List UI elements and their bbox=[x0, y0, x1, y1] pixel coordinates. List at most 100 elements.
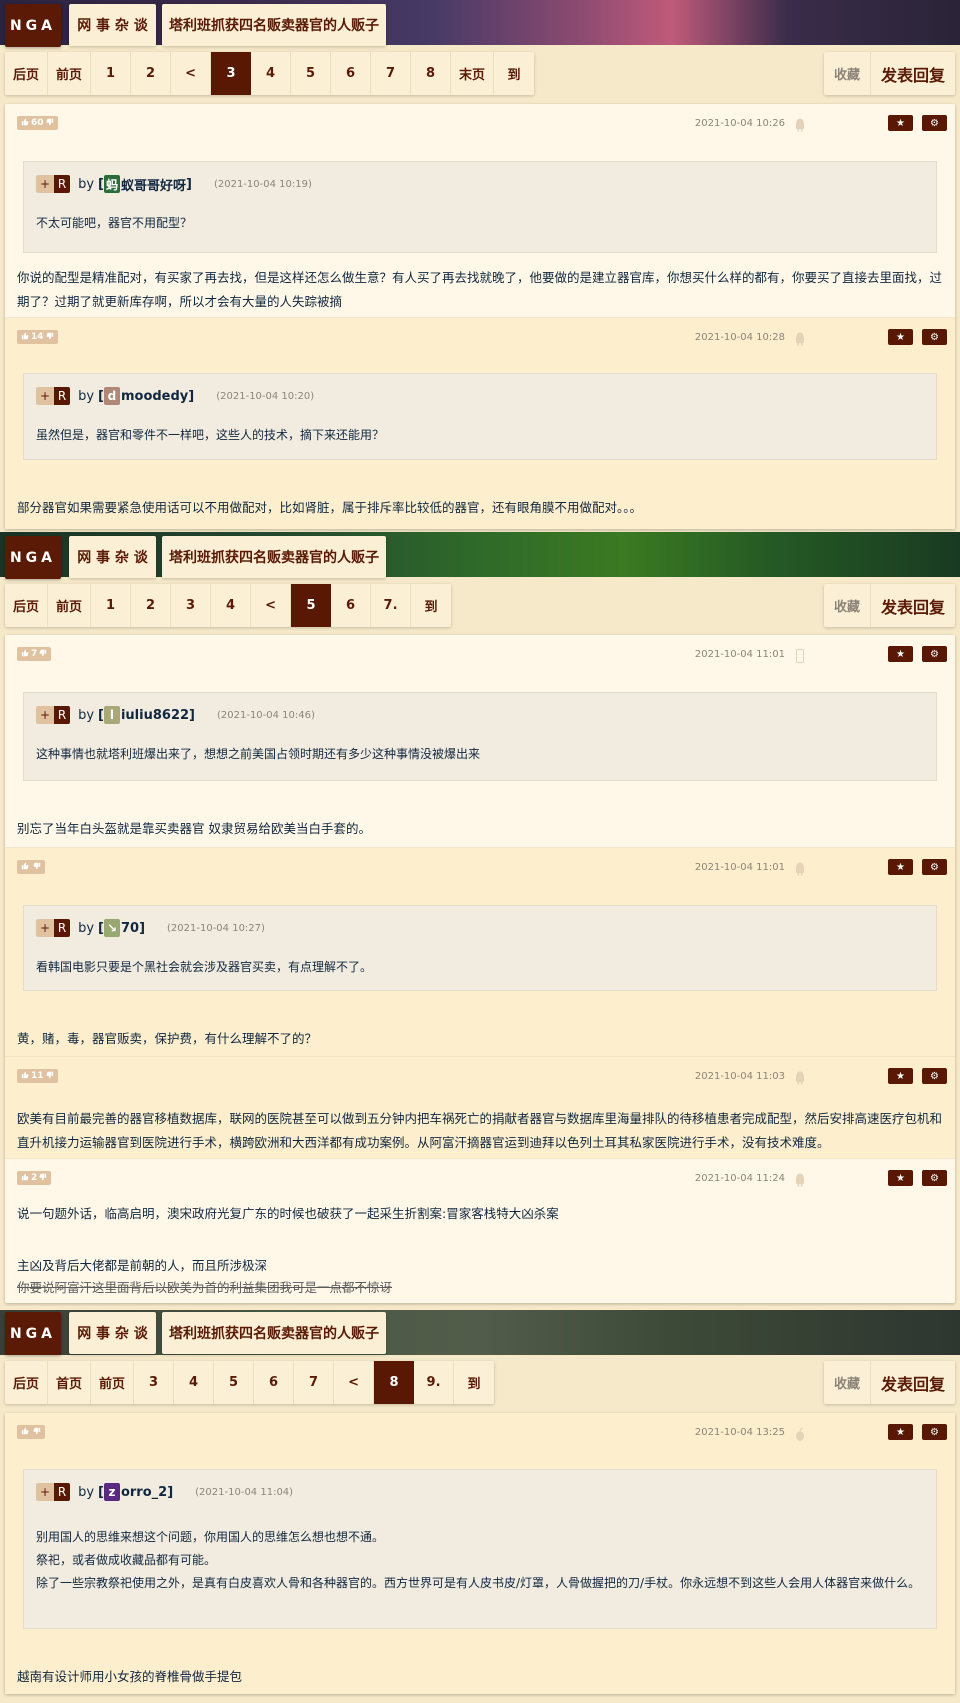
reply-button[interactable]: 发表回复 bbox=[871, 52, 955, 95]
quoted-user[interactable]: [d moodedy] bbox=[98, 387, 194, 405]
page-link[interactable]: 前页 bbox=[48, 584, 92, 627]
star-button[interactable]: ★ bbox=[888, 646, 913, 662]
page-link[interactable]: 8 bbox=[411, 52, 452, 95]
settings-button[interactable]: ⚙ bbox=[922, 1068, 947, 1084]
star-button[interactable]: ★ bbox=[888, 1170, 913, 1186]
vote-badge[interactable] bbox=[17, 1425, 45, 1439]
page-link[interactable]: 4 bbox=[211, 584, 252, 627]
favorite-button[interactable]: 收藏 bbox=[824, 584, 871, 627]
page-link[interactable]: 到 bbox=[454, 1361, 494, 1404]
thumbs-up-icon[interactable] bbox=[21, 118, 29, 129]
thumbs-up-icon[interactable] bbox=[21, 1173, 29, 1184]
page-link[interactable]: 4 bbox=[174, 1361, 215, 1404]
star-button[interactable]: ★ bbox=[888, 859, 913, 875]
page-link[interactable]: 7. bbox=[371, 584, 412, 627]
reply-tag[interactable]: R bbox=[54, 919, 71, 937]
page-link[interactable]: 后页 bbox=[5, 52, 49, 95]
reply-tag[interactable]: R bbox=[54, 1483, 71, 1501]
page-link[interactable]: < bbox=[171, 52, 212, 95]
thumbs-down-icon[interactable] bbox=[33, 862, 41, 873]
page-link[interactable]: 后页 bbox=[5, 1361, 49, 1404]
reply-tag[interactable]: R bbox=[54, 175, 71, 193]
reply-button[interactable]: 发表回复 bbox=[871, 584, 955, 627]
page-link[interactable]: 后页 bbox=[5, 584, 49, 627]
forum-tab[interactable]: 网 事 杂 谈 bbox=[69, 4, 156, 46]
nga-logo[interactable]: NGA bbox=[5, 1312, 61, 1355]
page-link[interactable]: 前页 bbox=[48, 52, 92, 95]
thumbs-up-icon[interactable] bbox=[21, 649, 29, 660]
vote-badge[interactable]: 2 bbox=[17, 1171, 52, 1185]
page-link[interactable]: 1 bbox=[91, 52, 132, 95]
settings-button[interactable]: ⚙ bbox=[922, 329, 947, 345]
page-link[interactable]: 3 bbox=[171, 584, 212, 627]
page-link[interactable]: 首页 bbox=[48, 1361, 92, 1404]
quoted-user[interactable]: [l iuliu8622] bbox=[98, 706, 195, 724]
expand-quote-button[interactable]: + bbox=[36, 175, 55, 193]
forum-tab[interactable]: 网 事 杂 谈 bbox=[69, 536, 156, 578]
settings-button[interactable]: ⚙ bbox=[922, 115, 947, 131]
page-link[interactable]: 前页 bbox=[91, 1361, 135, 1404]
username[interactable]: iuliu8622 bbox=[121, 708, 189, 723]
thumbs-down-icon[interactable] bbox=[46, 332, 54, 343]
page-link[interactable]: 9. bbox=[414, 1361, 455, 1404]
thread-title-tab[interactable]: 塔利班抓获四名贩卖器官的人贩子 bbox=[162, 536, 386, 578]
vote-badge[interactable]: 60 bbox=[17, 116, 58, 130]
reply-tag[interactable]: R bbox=[54, 387, 71, 405]
expand-quote-button[interactable]: + bbox=[36, 387, 55, 405]
thumbs-down-icon[interactable] bbox=[46, 118, 54, 129]
quoted-user[interactable]: [蚂蚁哥哥好呀] bbox=[98, 175, 192, 194]
expand-quote-button[interactable]: + bbox=[36, 1483, 55, 1501]
page-link[interactable]: 3 bbox=[134, 1361, 175, 1404]
page-link[interactable]: 2 bbox=[131, 584, 172, 627]
thumbs-down-icon[interactable] bbox=[39, 1173, 47, 1184]
page-link-current[interactable]: 8 bbox=[374, 1361, 415, 1404]
page-link-current[interactable]: 3 bbox=[211, 52, 252, 95]
vote-badge[interactable] bbox=[17, 860, 45, 874]
nga-logo[interactable]: NGA bbox=[5, 4, 61, 47]
reply-tag[interactable]: R bbox=[54, 706, 71, 724]
favorite-button[interactable]: 收藏 bbox=[824, 1361, 871, 1404]
nga-logo[interactable]: NGA bbox=[5, 536, 61, 579]
settings-button[interactable]: ⚙ bbox=[922, 859, 947, 875]
page-link[interactable]: 7 bbox=[371, 52, 412, 95]
page-link[interactable]: 6 bbox=[331, 584, 372, 627]
page-link[interactable]: 2 bbox=[131, 52, 172, 95]
username[interactable]: 蚁哥哥好呀 bbox=[121, 175, 186, 194]
thumbs-down-icon[interactable] bbox=[39, 649, 47, 660]
settings-button[interactable]: ⚙ bbox=[922, 1170, 947, 1186]
star-button[interactable]: ★ bbox=[888, 1068, 913, 1084]
quoted-user[interactable]: [z orro_2] bbox=[98, 1483, 173, 1501]
page-link[interactable]: 4 bbox=[251, 52, 292, 95]
page-link[interactable]: 6 bbox=[254, 1361, 295, 1404]
page-link[interactable]: < bbox=[251, 584, 292, 627]
quoted-user[interactable]: [↘ 70] bbox=[98, 919, 145, 937]
page-link[interactable]: 5 bbox=[214, 1361, 255, 1404]
star-button[interactable]: ★ bbox=[888, 1424, 913, 1440]
username[interactable]: moodedy bbox=[121, 389, 188, 404]
page-link[interactable]: 到 bbox=[411, 584, 451, 627]
expand-quote-button[interactable]: + bbox=[36, 919, 55, 937]
page-link[interactable]: 5 bbox=[291, 52, 332, 95]
vote-badge[interactable]: 11 bbox=[17, 1069, 58, 1083]
star-button[interactable]: ★ bbox=[888, 115, 913, 131]
favorite-button[interactable]: 收藏 bbox=[824, 52, 871, 95]
page-link[interactable]: 6 bbox=[331, 52, 372, 95]
thumbs-up-icon[interactable] bbox=[21, 1071, 29, 1082]
thumbs-up-icon[interactable] bbox=[21, 1427, 29, 1438]
thread-title-tab[interactable]: 塔利班抓获四名贩卖器官的人贩子 bbox=[162, 1312, 386, 1354]
thread-title-tab[interactable]: 塔利班抓获四名贩卖器官的人贩子 bbox=[162, 4, 386, 46]
page-link[interactable]: 1 bbox=[91, 584, 132, 627]
page-link[interactable]: 到 bbox=[494, 52, 534, 95]
username[interactable]: orro_2 bbox=[121, 1485, 167, 1500]
settings-button[interactable]: ⚙ bbox=[922, 1424, 947, 1440]
star-button[interactable]: ★ bbox=[888, 329, 913, 345]
expand-quote-button[interactable]: + bbox=[36, 706, 55, 724]
username[interactable]: 70 bbox=[121, 921, 139, 936]
page-link-current[interactable]: 5 bbox=[291, 584, 332, 627]
page-link[interactable]: 7 bbox=[294, 1361, 335, 1404]
page-link[interactable]: 末页 bbox=[451, 52, 495, 95]
thumbs-down-icon[interactable] bbox=[46, 1071, 54, 1082]
settings-button[interactable]: ⚙ bbox=[922, 646, 947, 662]
reply-button[interactable]: 发表回复 bbox=[871, 1361, 955, 1404]
thumbs-up-icon[interactable] bbox=[21, 862, 29, 873]
